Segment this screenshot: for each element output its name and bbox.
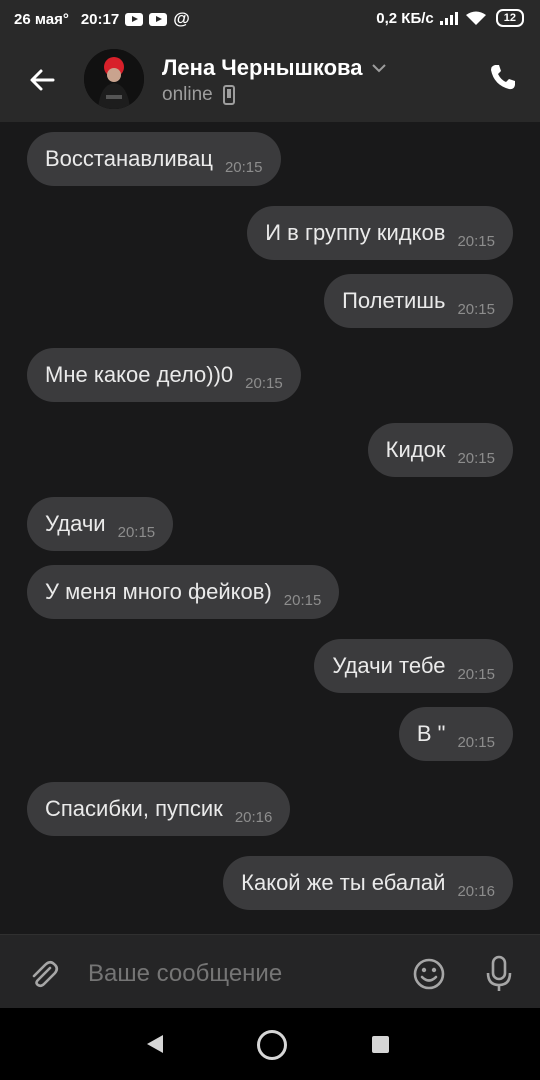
message-bubble-incoming[interactable]: Спасибки, пупсик 20:16: [27, 782, 291, 836]
contact-name-label: Лена Чернышкова: [162, 55, 363, 80]
message-time: 20:15: [457, 232, 495, 250]
message-time: 20:15: [283, 591, 322, 609]
message-text: Удачи тебе: [332, 653, 446, 678]
message-time: 20:15: [457, 300, 495, 318]
message-composer: [0, 934, 540, 1009]
message-text: Мне какое дело))0: [45, 362, 234, 387]
chevron-down-icon[interactable]: [372, 63, 387, 73]
contact-status: online: [162, 84, 235, 106]
message-time: 20:15: [457, 665, 495, 683]
avatar[interactable]: [84, 49, 144, 109]
youtube-icon: [149, 12, 168, 26]
message-bubble-outgoing[interactable]: Кидок 20:15: [367, 423, 513, 477]
message-text: И в группу кидков: [265, 220, 446, 245]
at-icon: @: [173, 9, 190, 28]
wifi-icon: [465, 11, 486, 25]
message-bubble-incoming[interactable]: Мне какое дело))0 20:15: [27, 348, 301, 402]
mobile-icon: [222, 85, 235, 105]
contact-name[interactable]: Лена Чернышкова: [162, 55, 387, 81]
message-time: 20:15: [457, 449, 495, 467]
message-time: 20:15: [457, 733, 495, 751]
message-text: Восстанавливац: [45, 146, 213, 171]
message-bubble-outgoing[interactable]: И в группу кидков 20:15: [247, 206, 513, 260]
system-nav-bar: [0, 1008, 540, 1080]
status-date: 26 мая°: [14, 10, 69, 28]
emoji-icon[interactable]: [412, 957, 446, 991]
message-time: 20:15: [117, 523, 156, 541]
signal-icon: [439, 12, 458, 25]
message-bubble-incoming[interactable]: Удачи 20:15: [27, 497, 174, 551]
message-bubble-outgoing[interactable]: Полетишь 20:15: [324, 274, 513, 328]
phone-icon[interactable]: [488, 62, 518, 92]
message-time: 20:15: [245, 374, 283, 392]
paperclip-icon[interactable]: [26, 957, 60, 991]
back-arrow-icon[interactable]: [26, 64, 58, 96]
nav-home-icon[interactable]: [257, 1030, 287, 1060]
message-time: 20:16: [457, 882, 495, 900]
message-list[interactable]: Восстанавливац 20:15 И в группу кидков 2…: [0, 122, 540, 934]
message-text: Полетишь: [342, 288, 446, 313]
message-text: У меня много фейков): [45, 579, 272, 604]
online-status: online: [162, 84, 213, 105]
message-text: Какой же ты ебалай: [241, 870, 446, 895]
message-text: Кидок: [385, 437, 446, 462]
network-speed: 0,2 КБ/с: [376, 9, 434, 27]
status-time: 20:17: [80, 10, 120, 28]
message-input[interactable]: [86, 955, 390, 993]
message-text: Спасибки, пупсик: [45, 796, 223, 821]
message-bubble-outgoing[interactable]: В " 20:15: [398, 707, 513, 761]
youtube-icon: [125, 12, 144, 26]
message-bubble-outgoing[interactable]: Удачи тебе 20:15: [314, 639, 513, 693]
message-text: В ": [416, 721, 446, 746]
message-time: 20:15: [224, 158, 263, 176]
message-bubble-incoming[interactable]: Восстанавливац 20:15: [27, 132, 281, 186]
battery-indicator: 12: [495, 9, 524, 27]
chat-header: Лена Чернышкова online: [0, 40, 540, 122]
status-bar: 26 мая° 20:17 @ 0,2 КБ/с 12: [0, 0, 540, 40]
message-bubble-outgoing[interactable]: Какой же ты ебалай 20:16: [223, 856, 513, 910]
nav-back-icon[interactable]: [146, 1034, 164, 1054]
avatar-image: [84, 49, 144, 109]
message-text: Удачи: [45, 511, 106, 536]
nav-recents-icon[interactable]: [372, 1036, 389, 1053]
message-bubble-incoming[interactable]: У меня много фейков) 20:15: [27, 565, 340, 619]
message-time: 20:16: [234, 808, 273, 826]
microphone-icon[interactable]: [484, 955, 514, 993]
